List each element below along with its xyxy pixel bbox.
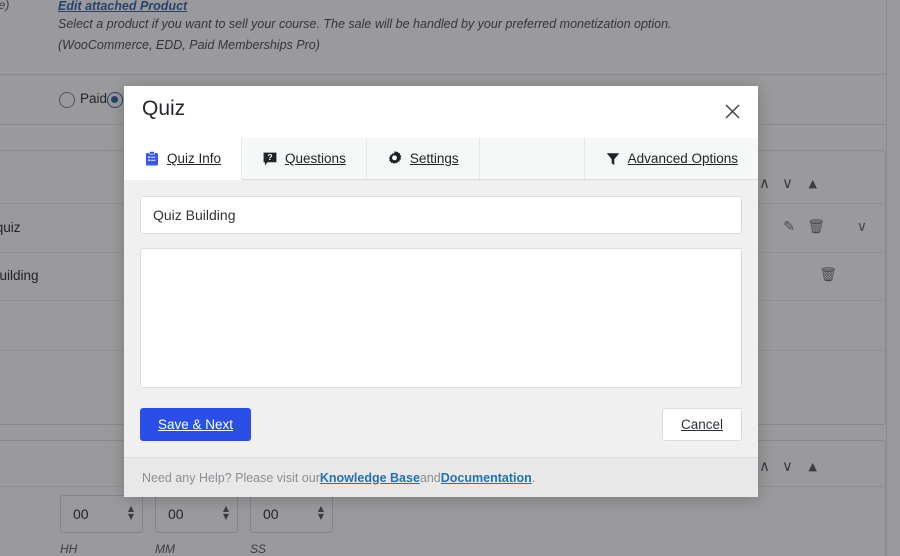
tab-settings-label: Settings xyxy=(410,151,459,166)
save-and-next-button[interactable]: Save & Next xyxy=(140,408,251,441)
knowledge-base-link[interactable]: Knowledge Base xyxy=(320,471,420,485)
clipboard-icon xyxy=(144,151,160,167)
footer-suffix: . xyxy=(532,471,535,485)
quiz-modal: Quiz Quiz Info xyxy=(124,86,758,497)
tab-quiz-info-label: Quiz Info xyxy=(167,151,221,166)
tab-questions-label: Questions xyxy=(285,151,346,166)
documentation-link[interactable]: Documentation xyxy=(441,471,532,485)
gear-icon xyxy=(387,151,403,167)
footer-middle: and xyxy=(420,471,441,485)
modal-body: Save & Next Cancel xyxy=(124,180,758,457)
modal-footer: Need any Help? Please visit our Knowledg… xyxy=(124,457,758,497)
tab-quiz-info[interactable]: Quiz Info xyxy=(124,138,242,180)
tab-questions[interactable]: ? Questions xyxy=(242,138,367,179)
cancel-button[interactable]: Cancel xyxy=(662,408,742,441)
tab-advanced-options-label: Advanced Options xyxy=(628,151,738,166)
tab-spacer xyxy=(480,138,585,179)
modal-actions: Save & Next Cancel xyxy=(140,408,742,441)
close-icon[interactable] xyxy=(718,97,746,125)
funnel-icon xyxy=(605,151,621,167)
tab-advanced-options[interactable]: Advanced Options xyxy=(585,138,758,179)
footer-prefix: Need any Help? Please visit our xyxy=(142,471,320,485)
modal-tabs: Quiz Info ? Questions Settings xyxy=(124,138,758,180)
quiz-description-textarea[interactable] xyxy=(140,248,742,388)
modal-header: Quiz xyxy=(124,86,758,138)
tab-settings[interactable]: Settings xyxy=(367,138,480,179)
svg-text:?: ? xyxy=(267,152,272,162)
modal-title: Quiz xyxy=(142,97,185,121)
question-bubble-icon: ? xyxy=(262,151,278,167)
quiz-title-input[interactable] xyxy=(140,196,742,234)
